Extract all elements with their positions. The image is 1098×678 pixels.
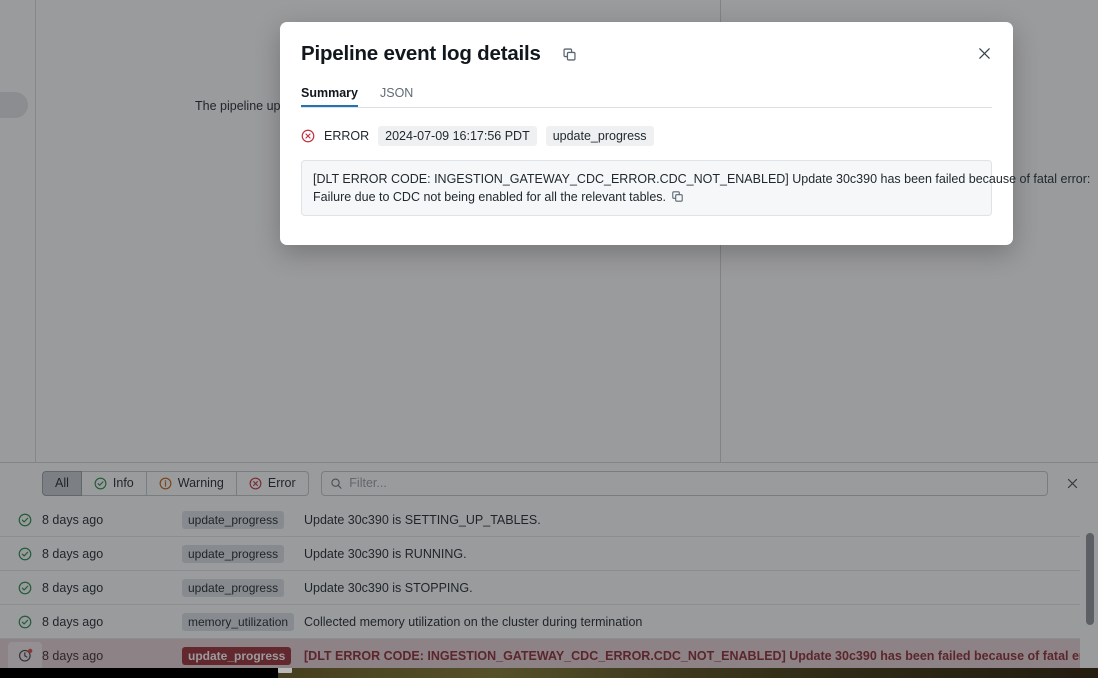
copy-icon <box>563 47 576 61</box>
status-badge: ERROR <box>324 129 370 143</box>
error-message-line-2: Failure due to CDC not being enabled for… <box>313 190 666 204</box>
copy-title-button[interactable] <box>560 45 579 64</box>
event-type-chip: update_progress <box>545 126 654 146</box>
page-title: Pipeline event log details <box>301 42 541 65</box>
copy-error-message-button[interactable] <box>666 190 684 206</box>
error-message-line-1: [DLT ERROR CODE: INGESTION_GATEWAY_CDC_E… <box>313 172 1091 186</box>
error-message-box: [DLT ERROR CODE: INGESTION_GATEWAY_CDC_E… <box>301 160 1090 216</box>
event-timestamp: 2024-07-09 16:17:56 PDT <box>378 126 537 146</box>
pipeline-event-log-details-modal: Pipeline event log details Summary JSON <box>280 22 1090 245</box>
error-circle-icon <box>301 129 315 143</box>
copy-icon <box>672 191 683 202</box>
tab-json[interactable]: JSON <box>380 86 413 107</box>
modal-header: Pipeline event log details <box>301 42 992 66</box>
browser-viewport: The pipeline upd All Info Warning Error … <box>0 0 1098 668</box>
close-icon <box>978 47 990 59</box>
event-meta-row: ERROR 2024-07-09 16:17:56 PDT update_pro… <box>301 126 992 146</box>
modal-tab-bar: Summary JSON <box>301 86 992 108</box>
tab-summary[interactable]: Summary <box>301 86 358 107</box>
modal-overlay[interactable]: Pipeline event log details Summary JSON <box>0 0 1098 668</box>
close-button[interactable] <box>971 40 997 66</box>
